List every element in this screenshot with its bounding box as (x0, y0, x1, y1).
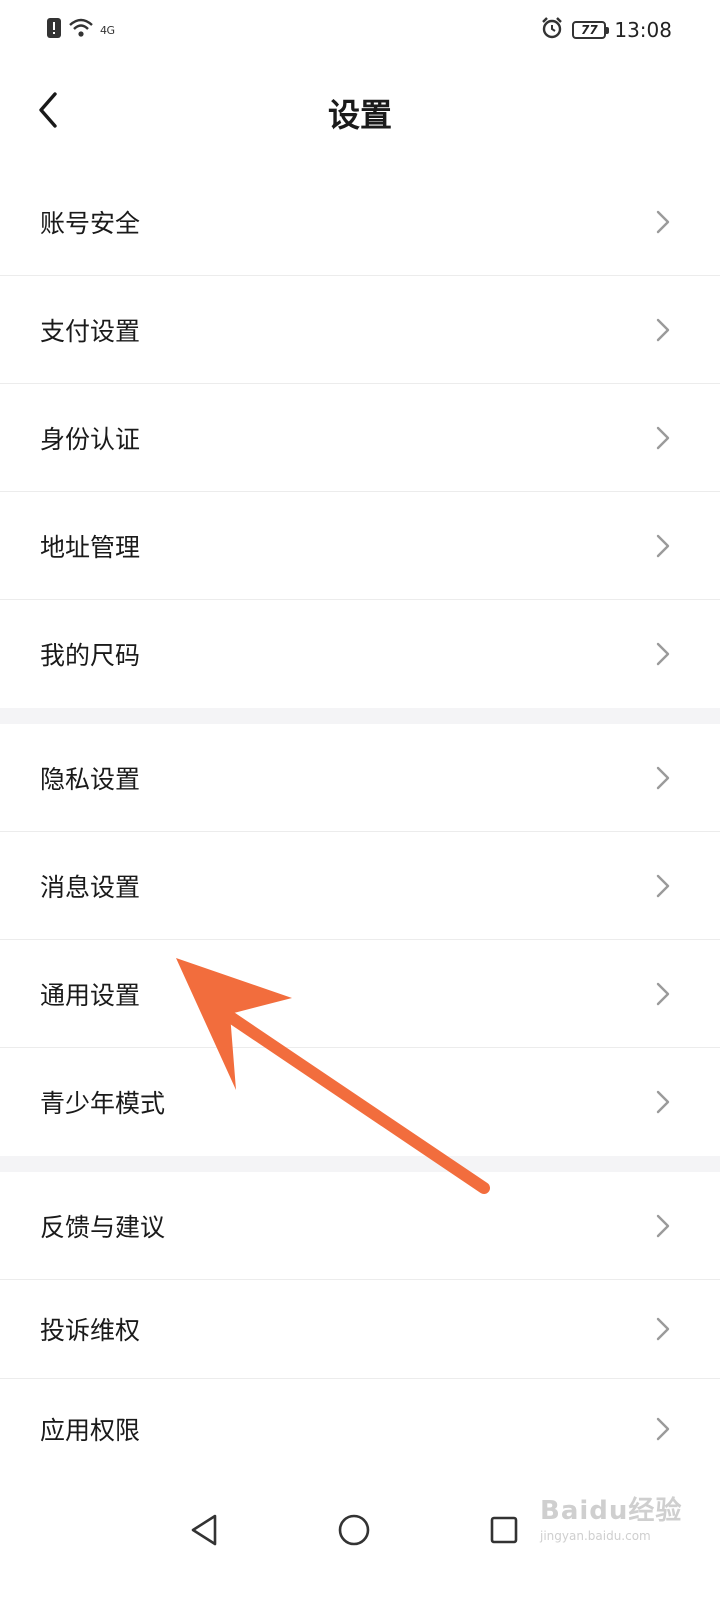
battery-icon: 77 (572, 21, 610, 39)
settings-item-address[interactable]: 地址管理 (0, 492, 720, 600)
chevron-right-icon (652, 1414, 674, 1444)
settings-item-messages[interactable]: 消息设置 (0, 832, 720, 940)
chevron-right-icon (652, 531, 674, 561)
chevron-right-icon (652, 315, 674, 345)
watermark-sub: jingyan.baidu.com (540, 1529, 651, 1543)
settings-section-account: 账号安全 支付设置 身份认证 地址管理 我的尺码 (0, 168, 720, 708)
section-divider (0, 708, 720, 724)
settings-item-identity[interactable]: 身份认证 (0, 384, 720, 492)
chevron-right-icon (652, 763, 674, 793)
chevron-right-icon (652, 1314, 674, 1344)
settings-item-payment[interactable]: 支付设置 (0, 276, 720, 384)
settings-item-label: 身份认证 (40, 424, 141, 454)
watermark: Baidu经验 jingyan.baidu.com (540, 1490, 682, 1543)
section-divider (0, 1156, 720, 1172)
settings-item-label: 隐私设置 (40, 764, 141, 794)
settings-item-privacy[interactable]: 隐私设置 (0, 724, 720, 832)
recents-square-icon[interactable] (484, 1510, 524, 1550)
back-triangle-icon[interactable] (184, 1510, 224, 1550)
watermark-main: Baidu经验 (540, 1496, 683, 1526)
chevron-right-icon (652, 979, 674, 1009)
settings-item-label: 地址管理 (40, 532, 141, 562)
settings-item-label: 我的尺码 (40, 641, 141, 670)
wifi-icon (68, 17, 94, 43)
settings-item-account-security[interactable]: 账号安全 (0, 168, 720, 276)
status-time: 13:08 (614, 18, 672, 42)
status-left: 4G (46, 18, 115, 42)
settings-item-label: 应用权限 (40, 1415, 141, 1445)
settings-item-feedback[interactable]: 反馈与建议 (0, 1172, 720, 1280)
status-right: 77 13:08 (540, 16, 672, 44)
settings-item-label: 通用设置 (40, 980, 141, 1010)
settings-item-app-permissions[interactable]: 应用权限 (0, 1379, 720, 1478)
settings-section-general: 隐私设置 消息设置 通用设置 青少年模式 (0, 724, 720, 1156)
chevron-right-icon (652, 207, 674, 237)
settings-item-label: 投诉维权 (40, 1316, 141, 1345)
settings-item-my-size[interactable]: 我的尺码 (0, 600, 720, 708)
alarm-icon (540, 16, 564, 44)
settings-item-label: 反馈与建议 (40, 1212, 166, 1242)
header: 设置 (0, 60, 720, 168)
network-text: 4G (100, 23, 115, 37)
settings-item-complaints[interactable]: 投诉维权 (0, 1280, 720, 1379)
settings-section-support: 反馈与建议 投诉维权 应用权限 (0, 1172, 720, 1478)
alert-icon (46, 17, 62, 43)
chevron-right-icon (652, 1087, 674, 1117)
chevron-right-icon (652, 871, 674, 901)
chevron-right-icon (652, 639, 674, 669)
settings-item-general[interactable]: 通用设置 (0, 940, 720, 1048)
status-bar: 4G 77 13:08 (0, 0, 720, 60)
chevron-right-icon (652, 423, 674, 453)
settings-item-label: 青少年模式 (40, 1089, 166, 1118)
settings-item-label: 消息设置 (40, 872, 141, 902)
settings-item-label: 账号安全 (40, 208, 141, 238)
settings-item-label: 支付设置 (40, 316, 141, 346)
page-title: 设置 (327, 96, 392, 134)
battery-level: 77 (581, 23, 598, 37)
chevron-right-icon (652, 1211, 674, 1241)
home-circle-icon[interactable] (334, 1510, 374, 1550)
settings-item-teen-mode[interactable]: 青少年模式 (0, 1048, 720, 1156)
